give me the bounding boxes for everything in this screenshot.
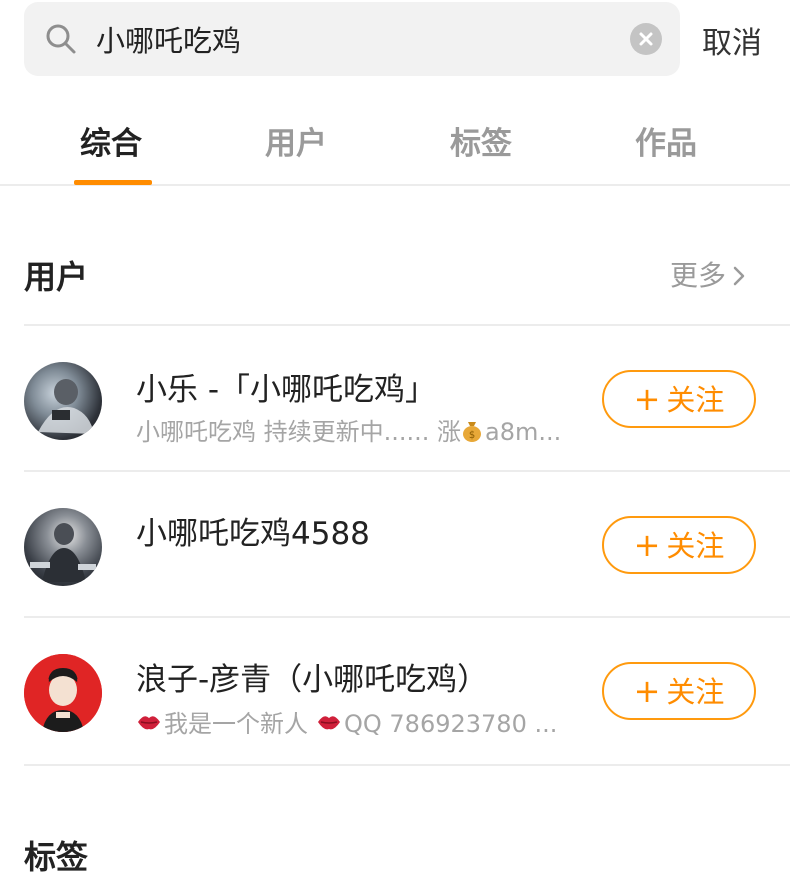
user-row[interactable]: 浪子-彦青（小哪吒吃鸡） 我是一个新人 QQ 786923780 ... + 关注 (0, 618, 790, 764)
search-input[interactable] (96, 12, 616, 66)
lips-icon (136, 711, 162, 739)
user-row[interactable]: 小乐 -「小哪吒吃鸡」 小哪吒吃鸡 持续更新中...... 涨 $ a8m... +… (0, 326, 790, 472)
svg-text:$: $ (469, 430, 475, 441)
user-name[interactable]: 小哪吒吃鸡4588 (136, 508, 370, 553)
tab-tags[interactable]: 标签 (450, 118, 512, 163)
search-icon (44, 22, 78, 56)
more-users-link[interactable]: 更多 (670, 254, 746, 294)
avatar[interactable] (24, 362, 102, 440)
more-label: 更多 (670, 259, 727, 292)
user-description-text: 我是一个新人 (164, 710, 308, 738)
clear-icon[interactable] (630, 23, 662, 55)
divider (24, 764, 790, 766)
user-name[interactable]: 浪子-彦青（小哪吒吃鸡） (136, 654, 488, 699)
user-description: 我是一个新人 QQ 786923780 ... (136, 704, 557, 739)
avatar[interactable] (24, 508, 102, 586)
follow-button[interactable]: + 关注 (602, 370, 756, 428)
tab-bar: 综合 用户 标签 作品 (0, 96, 790, 186)
follow-label: 关注 (666, 529, 725, 563)
follow-label: 关注 (666, 675, 725, 709)
tab-users[interactable]: 用户 (265, 118, 327, 163)
follow-button[interactable]: + 关注 (602, 662, 756, 720)
plus-icon: + (633, 526, 661, 564)
users-section-title: 用户 (24, 258, 89, 296)
chevron-right-icon (732, 261, 746, 294)
lips-icon (316, 711, 342, 739)
money-bag-icon: $ (461, 418, 483, 448)
user-row[interactable]: 小哪吒吃鸡4588 + 关注 (0, 472, 790, 618)
user-description-text-2: a8m... (485, 418, 562, 446)
user-name[interactable]: 小乐 -「小哪吒吃鸡」 (136, 364, 436, 409)
user-description-text-2: QQ 786923780 ... (344, 710, 558, 738)
plus-icon: + (633, 672, 661, 710)
plus-icon: + (633, 380, 661, 418)
tab-works[interactable]: 作品 (635, 118, 697, 163)
user-description-text: 小哪吒吃鸡 持续更新中...... 涨 (136, 418, 462, 446)
tab-comprehensive[interactable]: 综合 (80, 118, 142, 163)
follow-button[interactable]: + 关注 (602, 516, 756, 574)
cancel-button[interactable]: 取消 (702, 18, 762, 62)
active-tab-indicator (74, 180, 152, 185)
follow-label: 关注 (666, 383, 725, 417)
search-row: 取消 (0, 0, 790, 90)
user-description: 小哪吒吃鸡 持续更新中...... 涨 $ a8m... (136, 412, 561, 448)
avatar[interactable] (24, 654, 102, 732)
search-box[interactable] (24, 2, 680, 76)
tags-section-title: 标签 (24, 838, 89, 876)
